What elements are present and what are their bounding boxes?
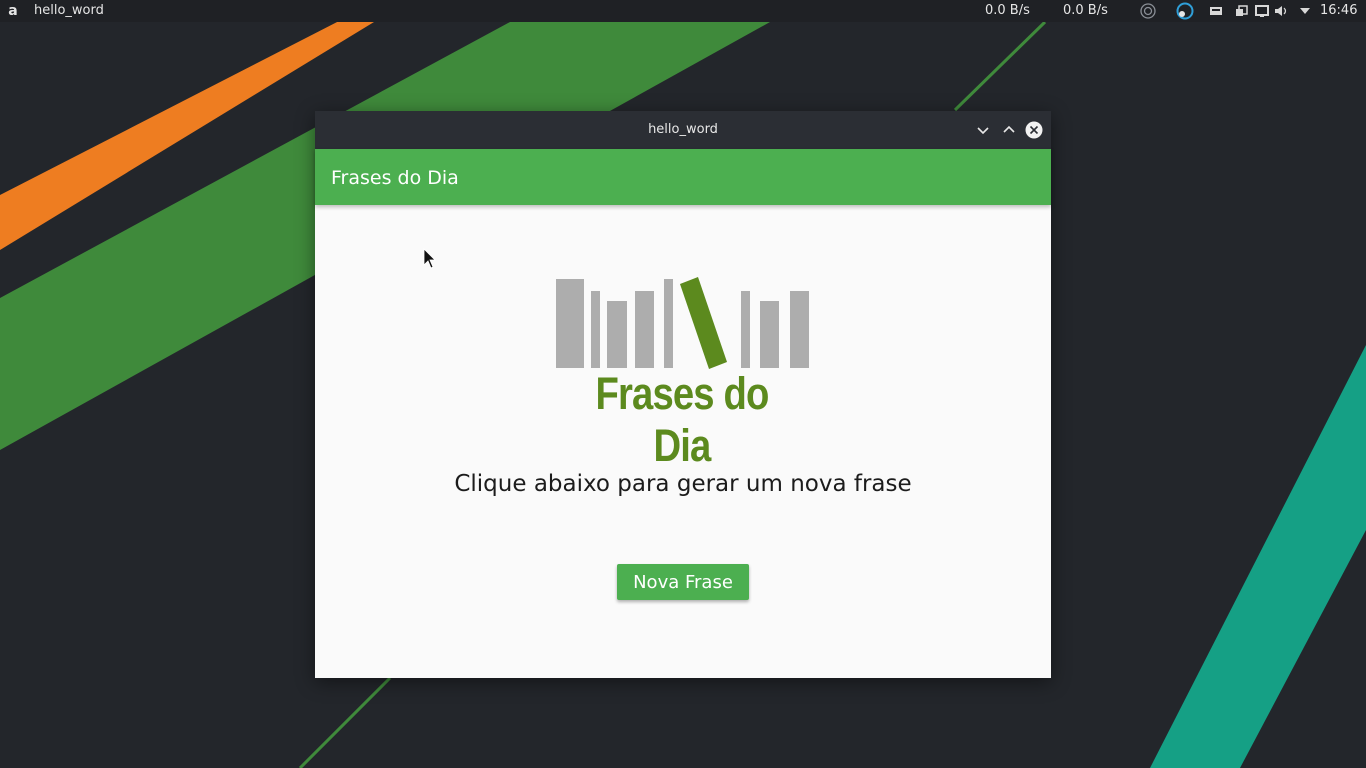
- books-logo-icon: [556, 277, 809, 369]
- maximize-icon[interactable]: [1000, 121, 1018, 139]
- clipboard-icon[interactable]: [1235, 4, 1249, 18]
- app-window: hello_word Frases do Dia Frases do Dia C…: [315, 111, 1051, 678]
- mouse-cursor-icon: [423, 248, 436, 269]
- panel-clock[interactable]: 16:46: [1320, 0, 1357, 22]
- prompt-text: Clique abaixo para gerar um nova frase: [454, 471, 912, 497]
- minimize-icon[interactable]: [974, 121, 992, 139]
- network-download-rate: 0.0 B/s: [985, 3, 1030, 18]
- window-titlebar[interactable]: hello_word: [315, 111, 1051, 149]
- active-window-title[interactable]: hello_word: [34, 0, 104, 22]
- app-launcher-icon[interactable]: a: [6, 0, 20, 22]
- network-ring-icon[interactable]: [1176, 2, 1194, 20]
- circle-status-icon[interactable]: [1140, 3, 1156, 19]
- volume-icon[interactable]: [1274, 4, 1288, 18]
- storage-icon[interactable]: [1209, 4, 1223, 18]
- app-bar: Frases do Dia: [315, 149, 1051, 205]
- top-panel: a hello_word 0.0 B/s 0.0 B/s 16:46: [0, 0, 1366, 22]
- dropdown-arrow-icon[interactable]: [1298, 4, 1312, 18]
- window-title: hello_word: [648, 122, 718, 137]
- network-upload-rate: 0.0 B/s: [1063, 3, 1108, 18]
- close-icon[interactable]: [1025, 121, 1043, 139]
- desktop: a hello_word 0.0 B/s 0.0 B/s 16:46 hello…: [0, 0, 1366, 768]
- display-icon[interactable]: [1255, 4, 1269, 18]
- logo-wordmark: Frases do Dia: [595, 368, 769, 471]
- app-bar-title: Frases do Dia: [331, 167, 459, 189]
- new-quote-button[interactable]: Nova Frase: [617, 564, 749, 600]
